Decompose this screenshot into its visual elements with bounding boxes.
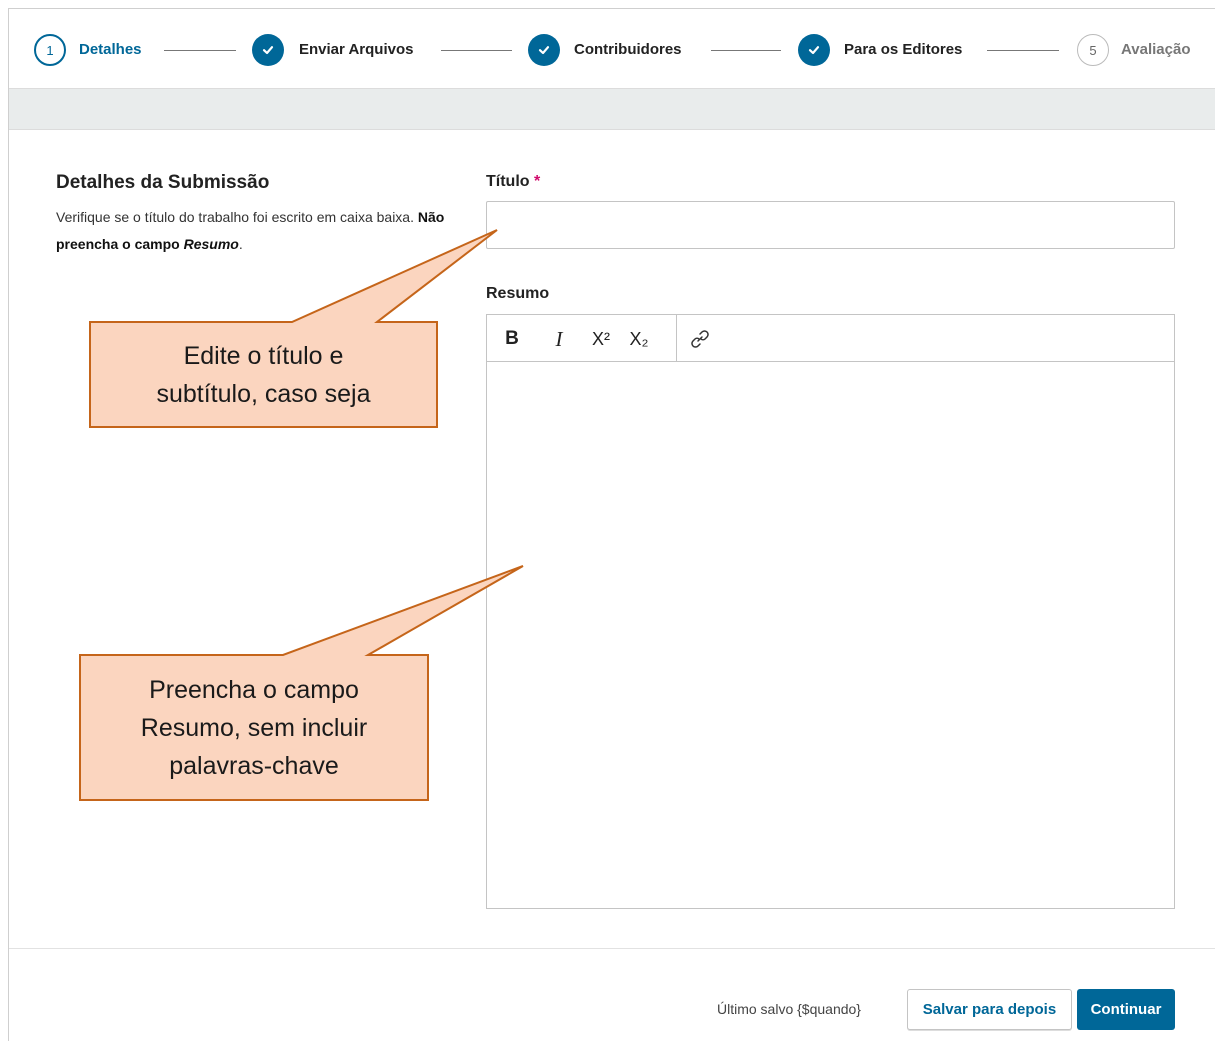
- step-2-indicator[interactable]: [252, 34, 284, 66]
- step-connector: [164, 50, 236, 51]
- abstract-field-label: Resumo: [486, 285, 550, 302]
- step-5-label[interactable]: Avaliação: [1121, 41, 1191, 58]
- step-3-indicator[interactable]: [528, 34, 560, 66]
- step-3-label[interactable]: Contribuidores: [574, 41, 682, 58]
- step-connector: [441, 50, 512, 51]
- check-icon: [808, 46, 820, 55]
- step-2-label[interactable]: Enviar Arquivos: [299, 41, 413, 58]
- section-title: Detalhes da Submissão: [56, 172, 270, 193]
- bold-icon[interactable]: B: [495, 323, 529, 355]
- link-icon-glyph: [691, 330, 709, 348]
- callout-title-hint: Edite o título e subtítulo, caso seja: [156, 342, 371, 408]
- title-input[interactable]: [486, 201, 1175, 249]
- step-1-label[interactable]: Detalhes: [79, 41, 142, 58]
- stepper-divider-band: [9, 88, 1215, 130]
- footer-divider: [9, 948, 1215, 949]
- editor-toolbar: B I X² X₂: [487, 315, 1174, 362]
- step-connector: [711, 50, 781, 51]
- step-5-indicator[interactable]: 5: [1077, 34, 1109, 66]
- section-description: Verifique se o título do trabalho foi es…: [56, 209, 445, 252]
- link-icon[interactable]: [683, 323, 717, 355]
- check-icon: [262, 46, 274, 55]
- save-later-button[interactable]: Salvar para depois: [907, 989, 1072, 1030]
- check-icon: [538, 46, 550, 55]
- submission-stepper: 1 Detalhes Enviar Arquivos Contribuidore…: [0, 0, 1215, 88]
- abstract-editor[interactable]: B I X² X₂: [486, 314, 1175, 909]
- toolbar-separator: [676, 315, 677, 361]
- callout-abstract-hint: Preencha o campo Resumo, sem incluir pal…: [140, 676, 368, 780]
- step-4-label[interactable]: Para os Editores: [844, 41, 962, 58]
- step-4-indicator[interactable]: [798, 34, 830, 66]
- title-field-label: Título *: [486, 173, 541, 190]
- editor-content-area[interactable]: [487, 362, 1174, 908]
- last-saved-text: Último salvo {$quando}: [717, 1001, 861, 1017]
- italic-icon[interactable]: I: [542, 323, 576, 355]
- step-connector: [987, 50, 1059, 51]
- continue-button[interactable]: Continuar: [1077, 989, 1175, 1030]
- step-1-indicator[interactable]: 1: [34, 34, 66, 66]
- superscript-icon[interactable]: X²: [584, 323, 618, 355]
- required-marker: *: [534, 173, 541, 190]
- subscript-icon[interactable]: X₂: [622, 323, 656, 355]
